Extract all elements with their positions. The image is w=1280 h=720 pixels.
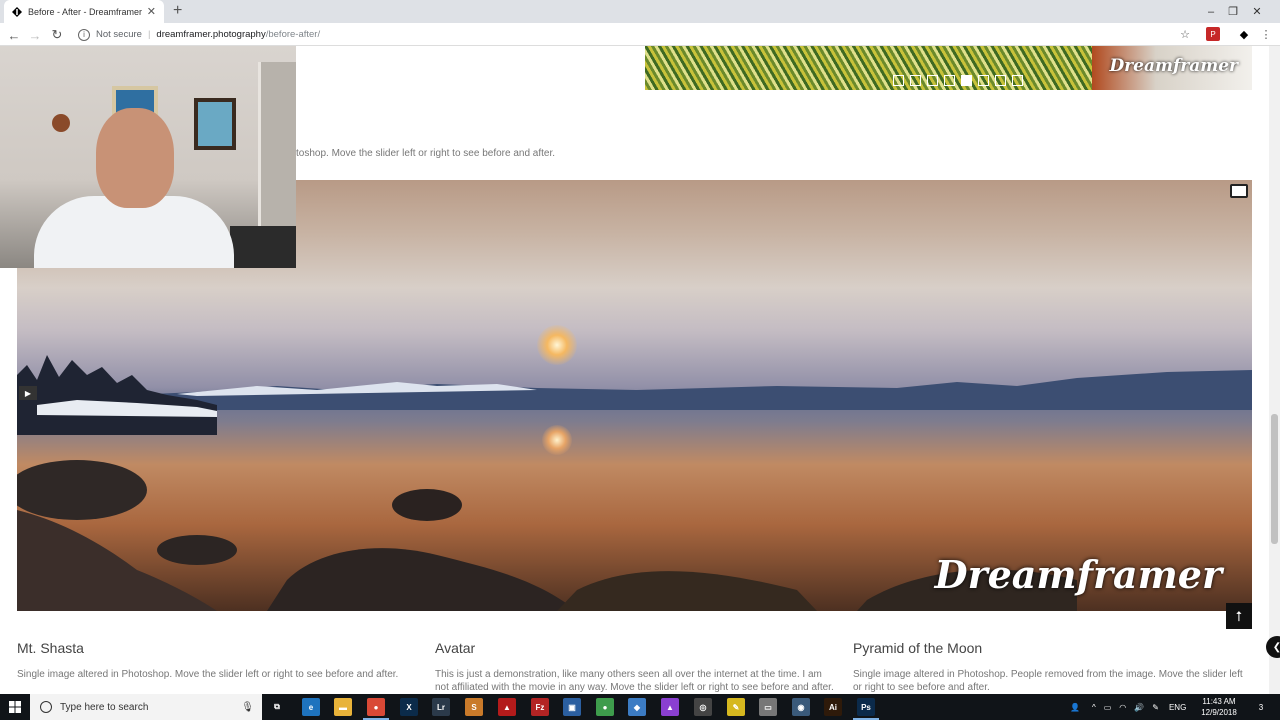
wifi-icon[interactable]: ◠ bbox=[1119, 703, 1126, 712]
taskbar-edge-icon[interactable]: e bbox=[302, 698, 320, 716]
menu-dots-icon[interactable]: ⋮ bbox=[1259, 27, 1273, 41]
search-icon bbox=[40, 701, 52, 713]
info-icon[interactable]: i bbox=[78, 28, 90, 41]
taskbar-app-10-icon[interactable]: ▣ bbox=[563, 698, 581, 716]
slider-dot[interactable] bbox=[893, 75, 904, 86]
security-label: Not secure bbox=[96, 29, 142, 40]
taskbar-app-7-icon[interactable]: S bbox=[465, 698, 483, 716]
taskbar-app-13-icon[interactable]: ▲ bbox=[661, 698, 679, 716]
card-title[interactable]: Pyramid of the Moon bbox=[853, 640, 1253, 656]
taskbar-filezilla-icon[interactable]: Fz bbox=[531, 698, 549, 716]
taskbar-app-17-icon[interactable]: ◉ bbox=[792, 698, 810, 716]
webcam-chair bbox=[230, 226, 296, 268]
close-window-button[interactable]: ✕ bbox=[1234, 0, 1280, 23]
sun-glow bbox=[537, 325, 577, 365]
windows-start-icon[interactable] bbox=[0, 694, 30, 720]
slider-dot[interactable] bbox=[944, 75, 955, 86]
extension-icon[interactable]: P bbox=[1206, 27, 1220, 41]
system-tray: 👤 ^ ▭ ◠ 🔊 ✎ ENG bbox=[1070, 694, 1186, 720]
slider-dot[interactable] bbox=[927, 75, 938, 86]
forward-arrow-icon[interactable]: → bbox=[26, 26, 44, 44]
card-mt-shasta: Mt. Shasta Single image altered in Photo… bbox=[17, 640, 417, 681]
browser-toolbar: ← → ↻ i Not secure | dreamframer.photogr… bbox=[0, 23, 1280, 46]
extension-diamond-icon[interactable]: ◆ bbox=[1237, 27, 1251, 41]
section-description: toshop. Move the slider left or right to… bbox=[296, 148, 556, 159]
slider-dot[interactable] bbox=[910, 75, 921, 86]
card-text: This is just a demonstration, like many … bbox=[435, 669, 834, 693]
search-placeholder: Type here to search bbox=[60, 701, 149, 713]
webcam-picture-frame bbox=[194, 98, 236, 150]
pine-trees bbox=[17, 355, 217, 435]
taskbar-app-14-icon[interactable]: ◎ bbox=[694, 698, 712, 716]
taskbar-camera-icon[interactable]: ▭ bbox=[759, 698, 777, 716]
webcam-door bbox=[258, 62, 296, 252]
taskbar-lightroom-icon[interactable]: Lr bbox=[432, 698, 450, 716]
fullscreen-icon[interactable] bbox=[1230, 184, 1248, 198]
windows-taskbar: Type here to search 🎙 ⧉ e ▬ ● X Lr S ▲ Fz ▣ ● ◆ ▲ ◎ ✎ ▭… bbox=[0, 694, 1280, 720]
card-avatar: Avatar This is just a demonstration, lik… bbox=[435, 640, 835, 694]
page-scrollbar[interactable] bbox=[1269, 46, 1280, 694]
slider-handle[interactable]: ▶ bbox=[19, 386, 37, 400]
taskbar-illustrator-icon[interactable]: Ai bbox=[824, 698, 842, 716]
bookmark-star-icon[interactable]: ☆ bbox=[1178, 27, 1192, 41]
tab-close-icon[interactable]: ✕ bbox=[147, 5, 156, 18]
card-title[interactable]: Avatar bbox=[435, 640, 835, 656]
system-clock[interactable]: 11:43 AM 12/9/2018 bbox=[1198, 696, 1240, 718]
slider-dots bbox=[893, 75, 1023, 86]
tab-active[interactable]: Before - After - Dreamframer Art ✕ bbox=[4, 0, 164, 23]
notification-count: 3 bbox=[1258, 702, 1264, 712]
notification-center-icon[interactable]: 3 bbox=[1252, 694, 1270, 720]
clock-date: 12/9/2018 bbox=[1201, 708, 1237, 717]
taskbar-search[interactable]: Type here to search 🎙 bbox=[30, 694, 262, 720]
url-divider: | bbox=[147, 29, 151, 40]
taskbar-photoshop-icon[interactable]: Ps bbox=[853, 698, 879, 720]
person-icon[interactable]: 👤 bbox=[1070, 703, 1080, 712]
url-path: /before-after/ bbox=[265, 29, 321, 40]
tab-bar: Before - After - Dreamframer Art ✕ + – ❐… bbox=[0, 0, 1280, 23]
hero-watermark-logo: Dreamframer bbox=[934, 552, 1222, 597]
taskbar-task-view-icon[interactable]: ⧉ bbox=[268, 698, 286, 716]
card-text: Single image altered in Photoshop. Move … bbox=[17, 669, 399, 680]
slider-dot[interactable] bbox=[995, 75, 1006, 86]
card-text: Single image altered in Photoshop. Peopl… bbox=[853, 669, 1243, 693]
clock-time: 11:43 AM bbox=[1202, 697, 1236, 706]
chevron-up-icon[interactable]: ^ bbox=[1092, 703, 1096, 712]
address-bar[interactable]: i Not secure | dreamframer.photography /… bbox=[72, 25, 1202, 44]
scroll-to-top-button[interactable]: ⭡ bbox=[1226, 603, 1252, 629]
volume-icon[interactable]: 🔊 bbox=[1134, 703, 1144, 712]
taskbar-app-12-icon[interactable]: ◆ bbox=[628, 698, 646, 716]
slider-dot-active[interactable] bbox=[961, 75, 972, 86]
taskbar-app-8-icon[interactable]: ▲ bbox=[498, 698, 516, 716]
tab-title: Before - After - Dreamframer Art bbox=[28, 6, 143, 17]
reload-icon[interactable]: ↻ bbox=[48, 26, 66, 44]
webcam-wall-plate bbox=[52, 114, 70, 132]
taskbar-x-app-icon[interactable]: X bbox=[400, 698, 418, 716]
battery-icon[interactable]: ▭ bbox=[1104, 703, 1112, 712]
language-indicator[interactable]: ENG bbox=[1169, 703, 1186, 712]
card-pyramid: Pyramid of the Moon Single image altered… bbox=[853, 640, 1253, 694]
back-arrow-icon[interactable]: ← bbox=[5, 26, 23, 44]
webcam-overlay bbox=[0, 46, 296, 268]
site-favicon-icon bbox=[12, 6, 22, 17]
taskbar-file-explorer-icon[interactable]: ▬ bbox=[334, 698, 352, 716]
pen-icon[interactable]: ✎ bbox=[1152, 703, 1159, 712]
scrollbar-thumb[interactable] bbox=[1271, 414, 1278, 544]
slider-watermark-logo: Dreamframer bbox=[1109, 56, 1238, 76]
new-tab-button[interactable]: + bbox=[173, 2, 182, 20]
taskbar-app-15-icon[interactable]: ✎ bbox=[727, 698, 745, 716]
webcam-person-head bbox=[96, 108, 174, 208]
slider-dot[interactable] bbox=[978, 75, 989, 86]
taskbar-chrome-icon[interactable]: ● bbox=[363, 698, 389, 720]
taskbar-app-11-icon[interactable]: ● bbox=[596, 698, 614, 716]
card-title[interactable]: Mt. Shasta bbox=[17, 640, 417, 656]
top-image-slider[interactable]: Dreamframer bbox=[645, 46, 1252, 90]
slider-dot[interactable] bbox=[1012, 75, 1023, 86]
url-host: dreamframer.photography bbox=[156, 29, 266, 40]
microphone-icon[interactable]: 🎙 bbox=[241, 702, 254, 713]
